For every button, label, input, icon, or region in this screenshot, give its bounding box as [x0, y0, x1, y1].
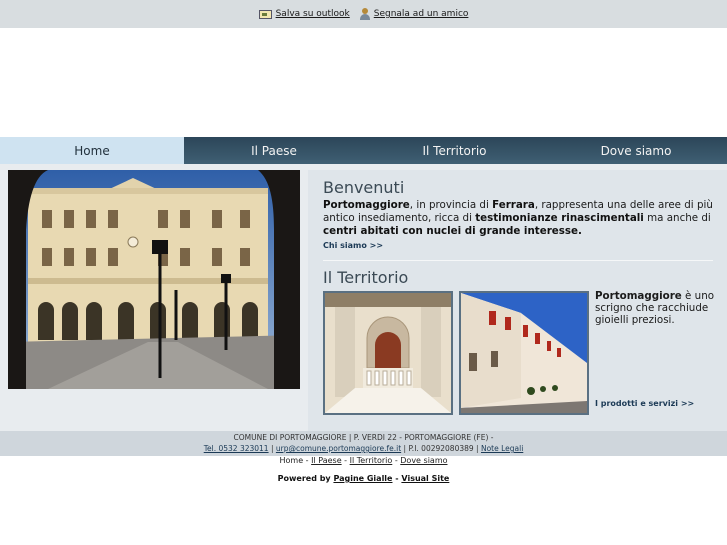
welcome-text-3: ma anche di [643, 212, 711, 224]
welcome-text-1: , in provincia di [409, 199, 493, 211]
welcome-bold-1: testimonianze rinascimentali [475, 212, 644, 224]
top-bar: Salva su outlook Segnala ad un amico [0, 0, 727, 28]
visual-site-link[interactable]: Visual Site [401, 474, 449, 483]
chi-siamo-link[interactable]: Chi siamo >> [323, 241, 383, 250]
territorio-title: Il Territorio [323, 268, 409, 287]
tab-dove-siamo[interactable]: Dove siamo [545, 137, 727, 164]
tell-friend-link[interactable]: Segnala ad un amico [359, 8, 469, 20]
footer-info: COMUNE DI PORTOMAGGIORE | P. VERDI 22 - … [0, 431, 727, 456]
footer-contacts: Tel. 0532 323011 | urp@comune.portomaggi… [0, 443, 727, 454]
footer-link-il-paese[interactable]: Il Paese [311, 456, 342, 465]
save-outlook-link[interactable]: Salva su outlook [258, 9, 350, 19]
divider [323, 260, 713, 261]
content-panel: Benvenuti Portomaggiore, in provincia di… [308, 170, 727, 431]
tab-il-paese[interactable]: Il Paese [184, 137, 364, 164]
footer-tel-link[interactable]: Tel. 0532 323011 [204, 444, 269, 453]
powered-separator: - [395, 474, 399, 483]
main-content: Benvenuti Portomaggiore, in provincia di… [0, 164, 727, 431]
tab-home[interactable]: Home [0, 137, 184, 164]
territorio-town: Portomaggiore [595, 290, 682, 302]
prodotti-servizi-link[interactable]: I prodotti e servizi >> [595, 399, 694, 408]
street-photo [459, 291, 589, 415]
town-name: Portomaggiore [323, 199, 410, 211]
footer-address: COMUNE DI PORTOMAGGIORE | P. VERDI 22 - … [233, 433, 494, 442]
pagine-gialle-link[interactable]: Pagine Gialle [333, 474, 392, 483]
main-nav: Home Il Paese Il Territorio Dove siamo [0, 137, 727, 164]
footer-link-il-territorio[interactable]: Il Territorio [350, 456, 393, 465]
town-hall-photo [8, 170, 300, 389]
powered-prefix: Powered by [277, 474, 331, 483]
footer-email-link[interactable]: urp@comune.portomaggiore.fe.it [276, 444, 401, 453]
footer-nav: Home - Il Paese - Il Territorio - Dove s… [279, 456, 448, 465]
outlook-icon [258, 9, 272, 19]
province-name: Ferrara [492, 199, 535, 211]
footer-piva: | P.I. 00292080389 | [403, 444, 479, 453]
person-icon [359, 8, 370, 20]
welcome-text: Portomaggiore, in provincia di Ferrara, … [323, 199, 715, 238]
footer-link-home[interactable]: Home [280, 456, 304, 465]
territorio-text: Portomaggiore è uno scrigno che racchiud… [595, 290, 720, 326]
footer-link-dove-siamo[interactable]: Dove siamo [400, 456, 447, 465]
footer-legal-link[interactable]: Note Legali [481, 444, 523, 453]
powered-by: Powered by Pagine Gialle - Visual Site [0, 474, 727, 483]
welcome-bold-2: centri abitati con nuclei di grande inte… [323, 225, 582, 237]
staircase-photo [323, 291, 453, 415]
save-outlook-label: Salva su outlook [275, 9, 350, 19]
tell-friend-label: Segnala ad un amico [373, 9, 469, 19]
tab-il-territorio[interactable]: Il Territorio [364, 137, 545, 164]
footer-separator: | [270, 444, 274, 453]
welcome-title: Benvenuti [323, 178, 405, 197]
